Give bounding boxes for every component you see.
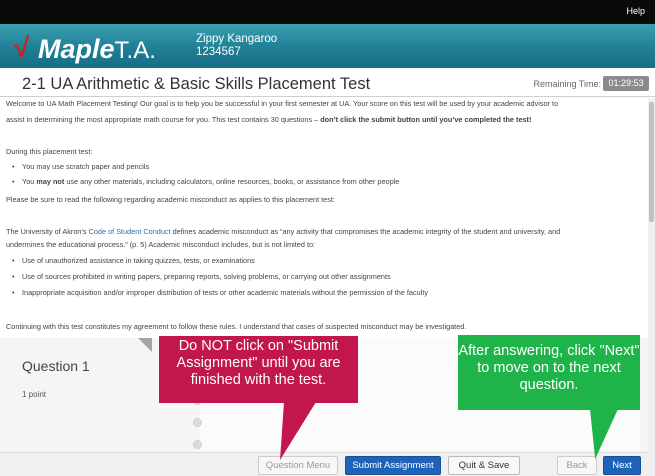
during-bullet-2-bold: may not — [36, 177, 65, 186]
during-list: You may use scratch paper and pencils Yo… — [6, 161, 646, 191]
remaining-time-label: Remaining Time: — [533, 79, 601, 89]
conduct-line-2: undermines the educational process.” (p.… — [6, 240, 316, 249]
title-divider — [0, 96, 655, 97]
submit-warning-callout: Do NOT click on "Submit Assignment" unti… — [159, 336, 358, 403]
next-hint-callout: After answering, click "Next" to move on… — [458, 335, 640, 410]
during-bullet-1: You may use scratch paper and pencils — [6, 161, 646, 176]
during-bullet-2-end: use any other materials, including calcu… — [64, 177, 400, 186]
read-line: Please be sure to read the following reg… — [6, 195, 335, 204]
quit-save-button[interactable]: Quit & Save — [448, 456, 520, 475]
test-title: 2-1 UA Arithmetic & Basic Skills Placeme… — [22, 75, 371, 93]
misconduct-bullet: Inappropriate acquisition and/or imprope… — [6, 287, 646, 303]
maple-ta-logo: √ MapleT.A. — [14, 31, 174, 65]
question-points: 1 point — [22, 390, 47, 399]
question-title: Question 1 — [22, 358, 90, 374]
logo-word-ta: T.A. — [114, 37, 156, 64]
misconduct-list: Use of unauthorized assistance in taking… — [6, 255, 646, 303]
intro-warning: don’t click the submit button until you’… — [320, 115, 532, 124]
panel-fold-corner — [138, 338, 152, 352]
conduct-line-1: The University of Akron’s Code of Studen… — [6, 226, 646, 238]
during-bullet-2-start: You — [22, 177, 37, 186]
during-heading: During this placement test: — [6, 147, 93, 156]
during-bullet-2: You may not use any other materials, inc… — [6, 176, 646, 191]
intro-line-1: Welcome to UA Math Placement Testing! Ou… — [6, 99, 559, 108]
top-bar: Help — [0, 0, 655, 24]
answer-radio[interactable] — [193, 440, 202, 449]
intro-line-2: assist in determining the most appropria… — [6, 114, 646, 126]
help-link[interactable]: Help — [626, 6, 645, 16]
remaining-time-badge: 01:29:53 — [603, 76, 649, 91]
answer-radio[interactable] — [193, 418, 202, 427]
submit-assignment-button[interactable]: Submit Assignment — [345, 456, 441, 475]
conduct-line-1-end: defines academic misconduct as “any acti… — [170, 227, 561, 236]
user-name: Zippy Kangaroo — [196, 33, 278, 45]
logo-check-mark: √ — [14, 32, 30, 63]
logo-wordmark: MapleT.A. — [38, 34, 156, 66]
user-info: Zippy Kangaroo 1234567 — [196, 33, 277, 59]
app-window: Help √ MapleT.A. Zippy Kangaroo 1234567 … — [0, 0, 655, 476]
logo-word-maple: Maple — [38, 34, 115, 64]
agreement-text: Continuing with this test constitutes my… — [6, 322, 467, 331]
code-of-conduct-link[interactable]: Code of Student Conduct — [89, 227, 171, 236]
intro-line-2-text: assist in determining the most appropria… — [6, 115, 321, 124]
user-id: 1234567 — [196, 46, 241, 58]
misconduct-bullet: Use of sources prohibited in writing pap… — [6, 271, 646, 287]
misconduct-bullet: Use of unauthorized assistance in taking… — [6, 255, 646, 271]
conduct-line-1-start: The University of Akron’s — [6, 227, 89, 236]
scrollbar-thumb[interactable] — [649, 102, 654, 222]
